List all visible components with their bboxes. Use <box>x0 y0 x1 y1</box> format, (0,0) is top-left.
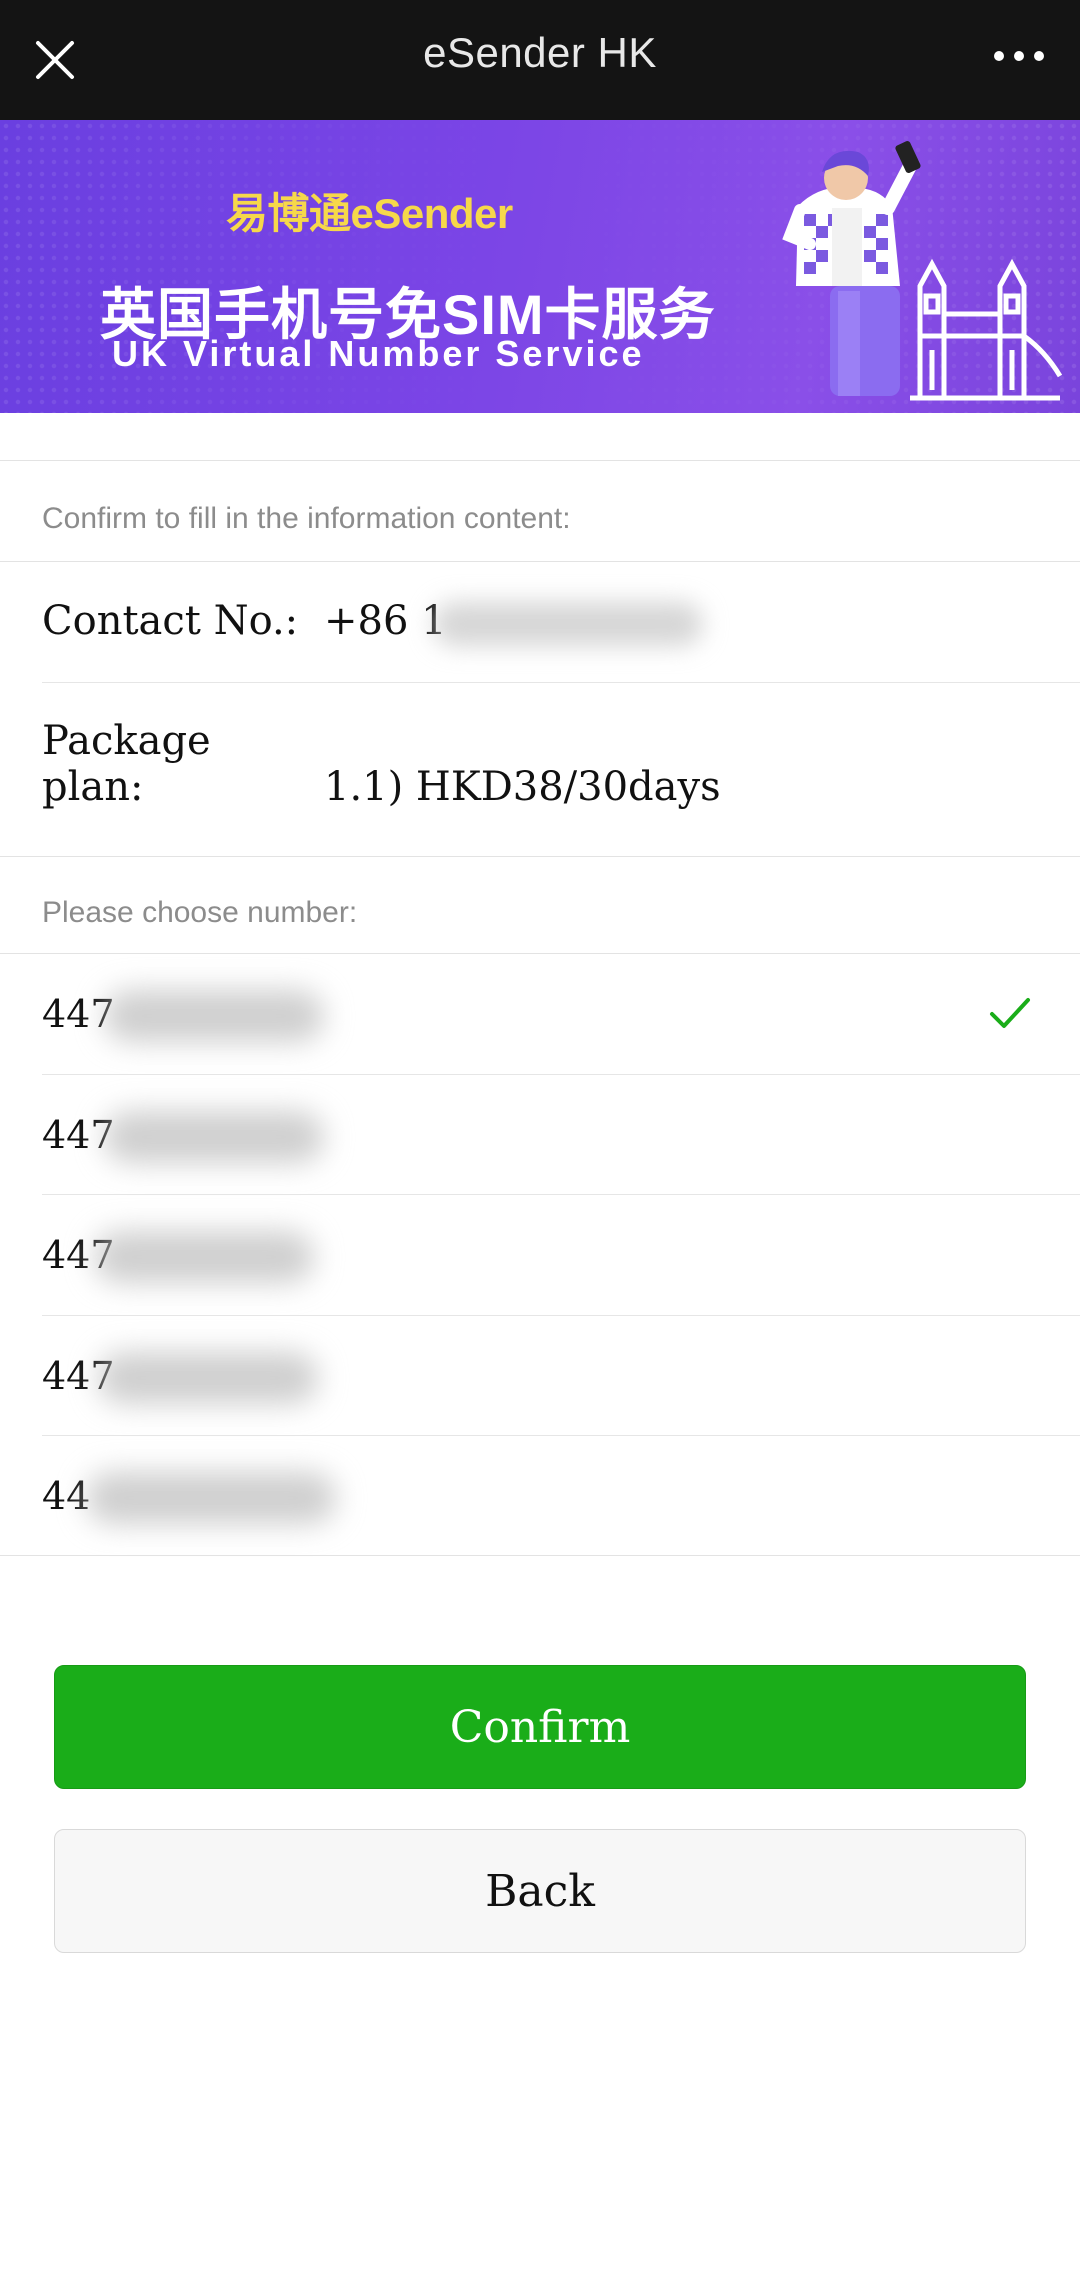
number-option[interactable]: 44 <box>42 1436 1080 1556</box>
tower-bridge-illustration <box>910 258 1063 401</box>
page-title: eSender HK <box>423 29 657 76</box>
section-divider <box>0 460 1080 461</box>
redacted-blur <box>104 990 324 1042</box>
person-illustration <box>782 141 921 396</box>
confirm-button[interactable]: Confirm <box>54 1665 1026 1789</box>
section-divider <box>0 856 1080 857</box>
number-option[interactable]: 447 <box>42 1075 1080 1195</box>
banner-brand: 易博通eSender <box>226 190 513 237</box>
numbers-section-label: Please choose number: <box>42 896 358 929</box>
package-row: Package plan: 1.1) HKD38/30days <box>42 718 721 810</box>
info-section-label: Confirm to fill in the information conte… <box>42 502 571 535</box>
redacted-blur <box>86 1472 336 1524</box>
row-divider <box>42 682 1080 683</box>
package-label: Package plan: <box>42 718 211 810</box>
more-dots-icon[interactable] <box>992 44 1046 68</box>
section-divider <box>0 561 1080 562</box>
number-option[interactable]: 447 <box>42 954 1080 1074</box>
redacted-blur <box>104 1111 324 1163</box>
back-button[interactable]: Back <box>54 1829 1026 1953</box>
banner-title-en: UK Virtual Number Service <box>112 333 645 374</box>
check-icon <box>990 998 1030 1028</box>
redacted-blur <box>98 1352 318 1404</box>
contact-value: +86 1 <box>324 598 447 644</box>
contact-label: Contact No.: <box>42 598 299 644</box>
redacted-blur <box>432 602 703 646</box>
promo-banner: 易博通eSender 英国手机号免SIM卡服务 UK Virtual Numbe… <box>0 120 1080 413</box>
redacted-blur <box>94 1231 314 1283</box>
number-option[interactable]: 447 <box>42 1316 1080 1436</box>
section-divider <box>0 1555 1080 1556</box>
package-value: 1.1) HKD38/30days <box>324 764 721 810</box>
number-text: 44 <box>42 1474 91 1518</box>
contact-row: Contact No.: +86 1 <box>42 598 703 646</box>
banner-illustration <box>782 141 1063 401</box>
number-option[interactable]: 447 <box>42 1195 1080 1315</box>
top-nav-bar: eSender HK <box>0 0 1080 120</box>
